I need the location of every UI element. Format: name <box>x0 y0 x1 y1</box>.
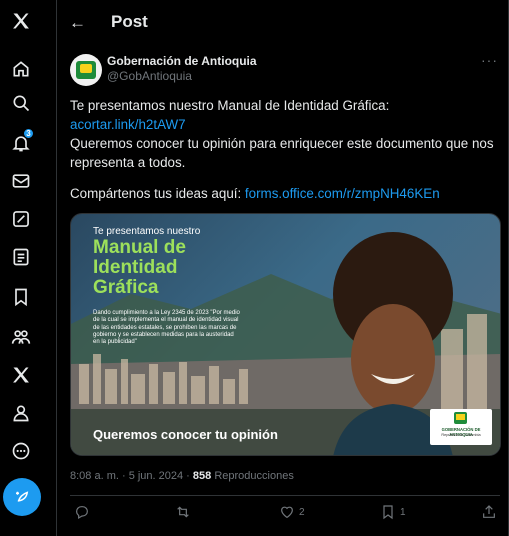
sidebar-nav: 3 <box>0 0 46 536</box>
tweet-text-line3: Queremos conocer tu opinión para enrique… <box>70 136 494 170</box>
retweet-button[interactable] <box>175 504 195 520</box>
tweet-text-line4: Compártenos tus ideas aquí: forms.office… <box>70 184 500 203</box>
messages-icon[interactable] <box>8 168 34 194</box>
profile-icon[interactable] <box>8 400 34 426</box>
tweet-text-prefix: Compártenos tus ideas aquí: <box>70 186 245 201</box>
page-title: Post <box>111 12 148 31</box>
compose-post-button[interactable] <box>3 478 41 516</box>
like-count: 2 <box>299 506 305 518</box>
post-detail-column: ← Post Gobernación de Antioquia @GobAnti… <box>56 0 509 536</box>
tweet-link-1[interactable]: acortar.link/h2tAW7 <box>70 115 500 134</box>
search-icon[interactable] <box>8 90 34 116</box>
post-header: ← Post <box>57 0 509 44</box>
retweet-icon <box>177 506 189 518</box>
avatar[interactable] <box>70 54 102 86</box>
divider <box>70 495 500 496</box>
bookmark-icon <box>383 505 393 520</box>
gobernacion-logo: GOBERNACIÓN DE ANTIOQUIA República de Co… <box>430 409 492 445</box>
like-button[interactable]: 2 <box>279 504 305 520</box>
bookmark-button[interactable]: 1 <box>380 504 406 520</box>
author-name[interactable]: Gobernación de Antioquia <box>107 54 257 68</box>
tweet-meta: 8:08 a. m. · 5 jun. 2024 · 858 Reproducc… <box>70 470 294 482</box>
media-bottom-text: Queremos conocer tu opinión <box>93 427 278 442</box>
lists-icon[interactable] <box>8 244 34 270</box>
more-icon[interactable] <box>8 438 34 464</box>
tweet-link-2[interactable]: forms.office.com/r/zmpNH46KEn <box>245 186 440 201</box>
tweet-media-image[interactable]: Te presentamos nuestro Manual de Identid… <box>70 213 501 456</box>
logo-text-line2: República de Colombia <box>441 433 481 437</box>
views-count: 858 <box>192 470 212 482</box>
home-icon[interactable] <box>8 56 34 82</box>
heart-icon <box>281 506 293 519</box>
notification-badge: 3 <box>23 128 34 139</box>
bookmark-count: 1 <box>400 506 406 518</box>
bookmarks-icon[interactable] <box>8 284 34 310</box>
media-headline: Manual de Identidad Gráfica <box>93 237 186 298</box>
media-top-text: Te presentamos nuestro <box>93 226 201 237</box>
tweet-timestamp[interactable]: 8:08 a. m. · 5 jun. 2024 · <box>70 470 193 482</box>
compose-post-icon <box>16 491 29 502</box>
grok-icon[interactable] <box>8 206 34 232</box>
premium-icon[interactable] <box>8 362 34 388</box>
views-label: Reproducciones <box>211 470 294 482</box>
tweet-actions: 2 1 <box>57 504 509 528</box>
share-button[interactable] <box>481 504 497 520</box>
media-small-text: Dando cumplimiento a la Ley 2345 de 2023… <box>93 310 240 346</box>
reply-button[interactable] <box>74 504 94 520</box>
notifications-icon[interactable]: 3 <box>8 128 34 156</box>
reply-icon <box>76 506 88 520</box>
back-button[interactable]: ← <box>69 13 86 33</box>
author-handle[interactable]: @GobAntioquia <box>107 69 192 83</box>
more-options-button[interactable]: ··· <box>481 52 498 68</box>
shield-icon <box>454 412 467 424</box>
communities-icon[interactable] <box>8 324 34 350</box>
tweet-text-line1: Te presentamos nuestro Manual de Identid… <box>70 98 390 113</box>
share-icon <box>483 505 495 518</box>
x-logo-icon[interactable] <box>8 8 34 34</box>
